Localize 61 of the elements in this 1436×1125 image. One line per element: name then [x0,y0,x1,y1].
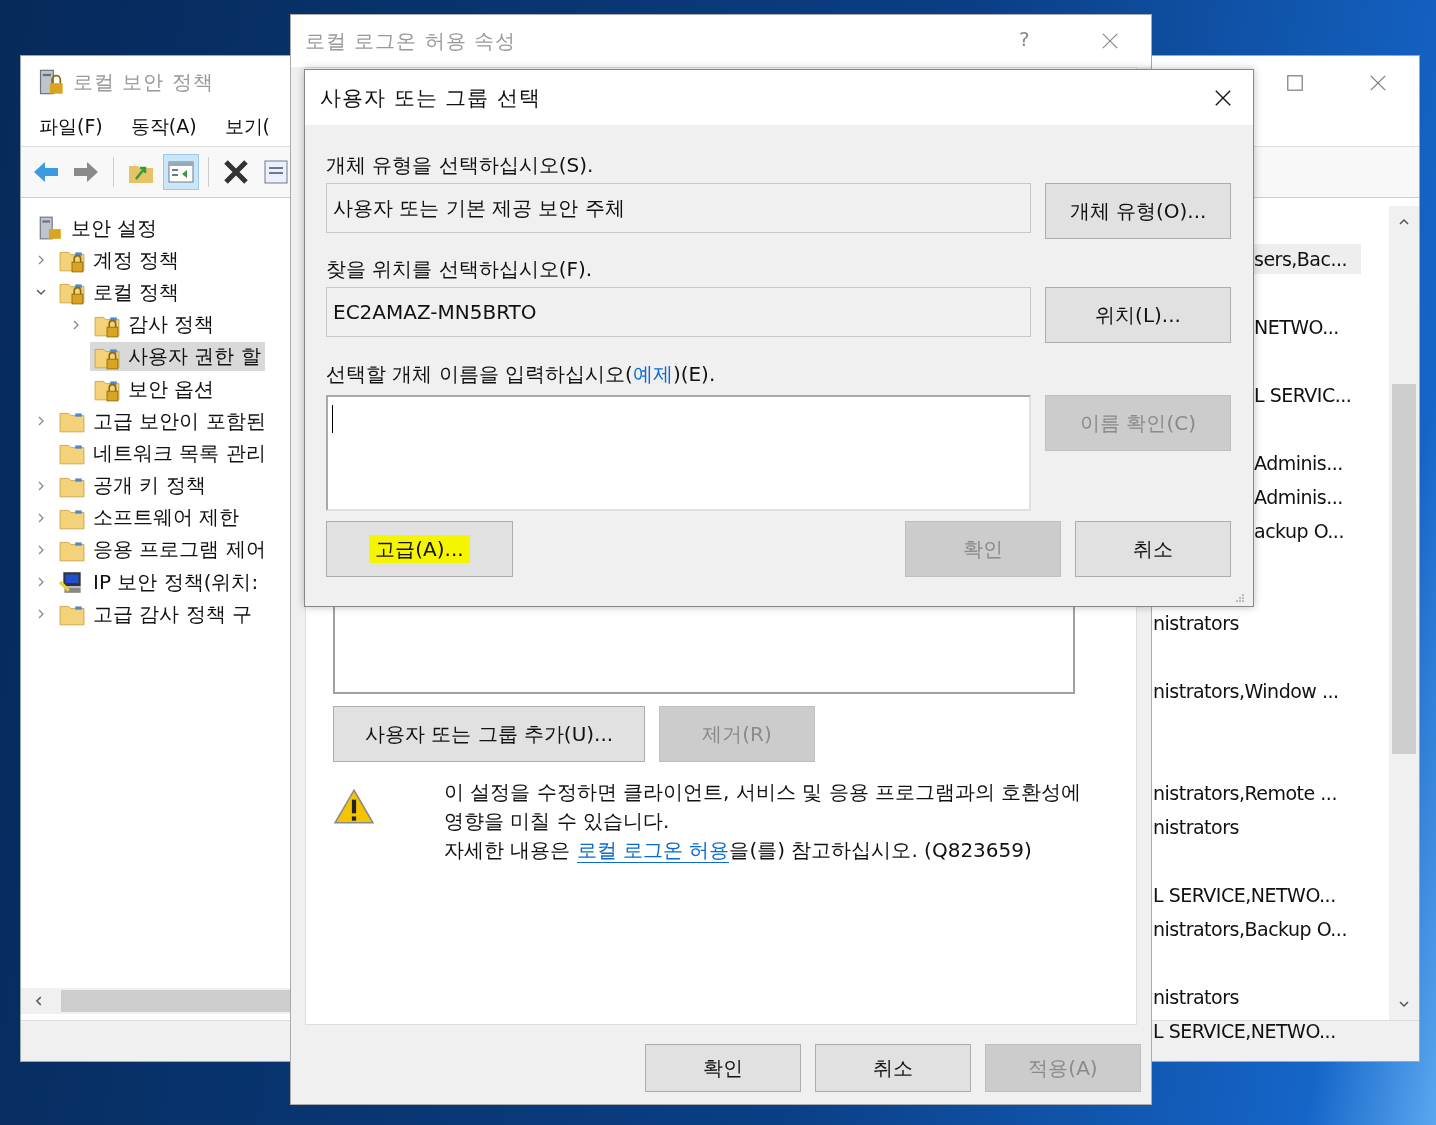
list-cell[interactable]: nistrators,Backup O... [1153,914,1351,944]
tree-item[interactable]: 응용 프로그램 제어 [55,535,270,565]
close-icon[interactable] [1214,89,1232,107]
tree-item[interactable]: 로컬 정책 [55,277,184,307]
dialog-title: 사용자 또는 그룹 선택 [320,84,542,112]
list-cell[interactable]: nistrators,Window ... [1153,676,1343,706]
tree-item[interactable]: IP 보안 정책(위치: [55,567,263,597]
pane-icon[interactable] [164,155,198,189]
locations-button[interactable]: 위치(L)... [1045,287,1231,343]
tree-item[interactable]: 고급 감사 정책 구 [55,599,257,629]
list-cell[interactable]: Adminis... [1254,482,1347,512]
reference-text: 자세한 내용은 로컬 로그온 허용을(를) 참고하십시오. (Q823659) [444,837,1033,865]
location-field: EC2AMAZ-MN5BRTO [326,287,1031,337]
tree-item[interactable]: 보안 옵션 [90,374,219,404]
list-cell[interactable]: L SERVICE,NETWO... [1153,1016,1340,1046]
window-title: 로컬 보안 정책 [73,68,214,96]
help-button[interactable]: ? [1019,27,1030,51]
server-lock-icon [37,215,63,242]
list-cell[interactable]: sers,Bac... [1254,244,1362,274]
list-cell[interactable]: NETWO... [1254,312,1343,342]
list-cell[interactable]: ackup O... [1254,516,1348,546]
menu-item[interactable]: 파일(F) [39,114,103,140]
list-cell[interactable]: nistrators [1153,982,1243,1012]
tree-item[interactable]: 보안 설정 [33,213,162,243]
object-types-button[interactable]: 개체 유형(O)... [1045,183,1231,239]
menu-item[interactable]: 동작(A) [130,114,197,140]
list-cell[interactable]: L SERVIC... [1254,380,1356,410]
list-cell[interactable]: nistrators [1153,608,1243,638]
warning-text: 이 설정을 수정하면 클라이언트, 서비스 및 응용 프로그램과의 호환성에 영향을 미칠 수 있습니다. [444,779,1083,835]
list-cell[interactable]: nistrators [1153,812,1243,842]
field-label: 개체 유형을 선택하십시오(S). [326,152,595,179]
field-label: 선택할 개체 이름을 입력하십시오(예제)(E). [326,361,717,388]
add-button[interactable]: 사용자 또는 그룹 추가(U)... [333,706,645,762]
tree-item[interactable]: 고급 보안이 포함된 [55,406,270,436]
tree-item[interactable]: 계정 정책 [55,245,184,275]
list-cell[interactable]: Adminis... [1254,448,1347,478]
tree-item[interactable]: 공개 키 정책 [55,471,210,501]
cancel-button[interactable]: 취소 [815,1044,971,1092]
help-link[interactable]: 로컬 로그온 허용 [576,838,730,863]
horizontal-scrollbar[interactable] [21,988,293,1014]
tree-item[interactable]: 사용자 권한 할 [90,342,265,372]
object-names-field[interactable] [326,395,1031,511]
ok-button[interactable]: 확인 [645,1044,801,1092]
tree-item[interactable]: 네트워크 목록 관리 [55,438,270,468]
list-cell[interactable]: nistrators,Remote ... [1153,778,1341,808]
server-lock-icon [37,68,65,96]
warning-icon [333,788,375,826]
list-cell[interactable]: L SERVICE,NETWO... [1153,880,1340,910]
examples-link[interactable]: 예제 [632,362,673,386]
cancel-button[interactable]: 취소 [1075,521,1231,577]
tree-item[interactable]: 감사 정책 [90,310,219,340]
dialog-title: 로컬 로그온 허용 속성 [305,27,517,55]
advanced-button[interactable]: 고급(A)... [326,521,513,577]
vertical-scrollbar[interactable] [1389,206,1419,1020]
resize-grip-icon[interactable] [1235,593,1245,603]
object-type-field: 사용자 또는 기본 제공 보안 주체 [326,183,1031,233]
maximize-icon[interactable] [1286,74,1304,92]
menu-item[interactable]: 보기( [224,114,270,140]
field-label: 찾을 위치를 선택하십시오(F). [326,256,594,283]
tree-item[interactable]: 소프트웨어 제한 [55,503,244,533]
scroll-down-icon[interactable] [1398,998,1410,1010]
